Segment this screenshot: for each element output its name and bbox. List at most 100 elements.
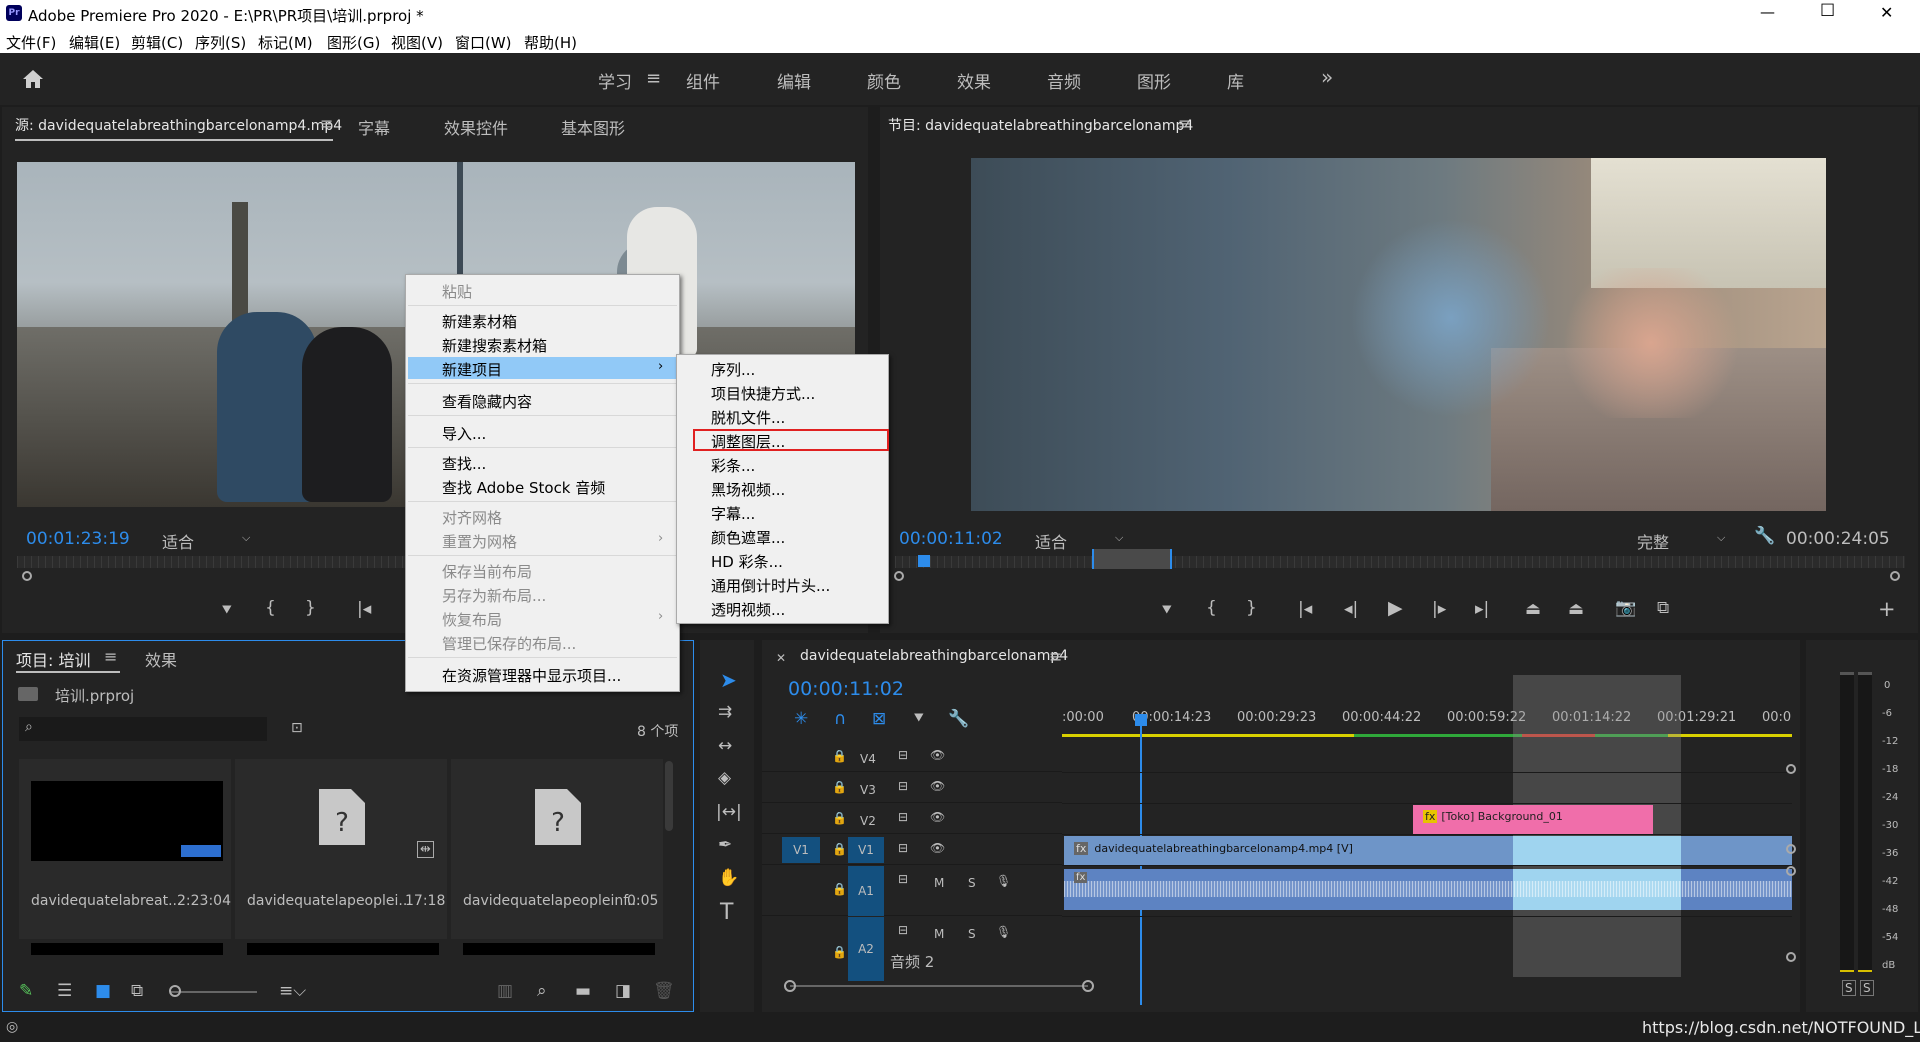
close-icon[interactable]: ✕ <box>776 651 786 665</box>
solo-left-button[interactable]: S <box>1842 980 1856 996</box>
sync-lock-icon[interactable]: ⊟ <box>898 923 908 937</box>
mark-in-icon[interactable]: { <box>1206 600 1217 617</box>
snap-icon[interactable]: ∩ <box>834 711 846 728</box>
track-select-tool-icon[interactable]: ⇉ <box>718 704 732 721</box>
program-zoom-handle-left[interactable] <box>894 571 904 581</box>
menu-window[interactable]: 窗口(W) <box>455 32 512 53</box>
tab-sequence[interactable]: davidequatelabreathingbarcelonamp4 <box>800 648 1068 664</box>
go-to-in-icon[interactable]: |◂ <box>357 601 371 618</box>
menu-item-save-as-layout[interactable]: 另存为新布局... <box>442 585 546 606</box>
eye-icon[interactable]: 👁 <box>930 748 945 762</box>
vertical-scroll-handle[interactable] <box>1786 844 1796 854</box>
close-button[interactable]: ✕ <box>1880 3 1893 22</box>
playhead-handle[interactable] <box>1135 714 1147 726</box>
horizontal-scrollbar[interactable] <box>790 985 1088 987</box>
type-tool-icon[interactable]: T <box>720 902 733 924</box>
menu-item-restore-layout[interactable]: 恢复布局 <box>442 609 502 630</box>
vertical-scroll-handle[interactable] <box>1786 952 1796 962</box>
sync-lock-icon[interactable]: ⊟ <box>898 872 908 886</box>
workspace-learn[interactable]: 学习 <box>598 68 632 93</box>
pen-tool-icon[interactable]: ✒ <box>718 837 732 854</box>
program-playhead[interactable] <box>918 555 930 567</box>
program-scrubber[interactable] <box>895 556 1905 568</box>
menu-item-reset-grid[interactable]: 重置为网格 <box>442 531 517 552</box>
wrench-icon[interactable]: 🔧 <box>1754 528 1775 545</box>
maximize-button[interactable]: ☐ <box>1820 1 1835 21</box>
icon-view-icon[interactable]: ■ <box>95 983 111 1000</box>
lock-icon[interactable]: 🔒 <box>832 945 847 959</box>
track-label[interactable]: A2 <box>848 917 884 981</box>
nest-icon[interactable]: ✳ <box>794 711 808 728</box>
tab-effects[interactable]: 效果 <box>145 647 177 671</box>
lock-icon[interactable]: 🔒 <box>832 811 847 825</box>
workspace-menu-icon[interactable]: ≡ <box>646 68 661 89</box>
project-search-input[interactable] <box>19 717 267 741</box>
timeline-timecode[interactable]: 00:00:11:02 <box>788 678 904 700</box>
menu-item-import[interactable]: 导入... <box>442 423 486 444</box>
track-label[interactable]: V2 <box>860 814 876 828</box>
menu-clip[interactable]: 剪辑(C) <box>131 32 183 53</box>
lock-icon[interactable]: 🔒 <box>832 882 847 896</box>
pencil-icon[interactable]: ✎ <box>19 983 33 1000</box>
mute-button[interactable]: M <box>934 876 944 890</box>
selection-tool-icon[interactable]: ➤ <box>720 670 737 690</box>
workspace-color[interactable]: 颜色 <box>867 68 901 93</box>
menu-graphics[interactable]: 图形(G) <box>327 32 380 53</box>
zoom-slider-handle[interactable] <box>169 985 181 997</box>
sync-lock-icon[interactable]: ⊟ <box>898 748 908 762</box>
comparison-view-icon[interactable]: ⧉ <box>1657 600 1669 617</box>
tab-essential-graphics[interactable]: 基本图形 <box>561 115 625 139</box>
menu-item-view-hidden[interactable]: 查看隐藏内容 <box>442 391 532 412</box>
lock-icon[interactable]: 🔒 <box>832 780 847 794</box>
eye-icon[interactable]: 👁 <box>930 841 945 855</box>
submenu-item-hd-bars[interactable]: HD 彩条... <box>711 551 783 572</box>
zoom-slider[interactable] <box>171 991 257 993</box>
new-item-icon[interactable]: ◨ <box>615 983 631 1000</box>
workspace-audio[interactable]: 音频 <box>1047 68 1081 93</box>
submenu-item-bars-and-tone[interactable]: 彩条... <box>711 455 755 476</box>
mark-out-icon[interactable]: } <box>1246 600 1257 617</box>
hand-tool-icon[interactable]: ✋ <box>718 870 739 887</box>
tab-program[interactable]: 节目: davidequatelabreathingbarcelonamp4 <box>888 115 1193 135</box>
clear-icon[interactable]: 🗑 <box>653 983 675 1000</box>
find-bin-icon[interactable]: ⊡ <box>291 721 303 735</box>
submenu-item-offline-file[interactable]: 脱机文件... <box>711 407 785 428</box>
program-timecode[interactable]: 00:00:11:02 <box>899 529 1003 549</box>
go-to-out-icon[interactable]: ▸| <box>1475 601 1489 618</box>
mark-in-icon[interactable]: { <box>265 600 276 617</box>
new-bin-icon[interactable]: ▬ <box>575 983 591 1000</box>
zoom-handle-right[interactable] <box>1082 980 1094 992</box>
menu-item-align-grid[interactable]: 对齐网格 <box>442 507 502 528</box>
extract-icon[interactable]: ⏏ <box>1568 601 1584 618</box>
lock-icon[interactable]: 🔒 <box>832 749 847 763</box>
menu-item-save-layout[interactable]: 保存当前布局 <box>442 561 532 582</box>
minimize-button[interactable]: — <box>1760 3 1775 21</box>
home-icon[interactable] <box>22 69 44 89</box>
menu-marker[interactable]: 标记(M) <box>258 32 313 53</box>
eye-icon[interactable]: 👁 <box>930 810 945 824</box>
linked-selection-icon[interactable]: ⊠ <box>872 711 886 728</box>
sync-lock-icon[interactable]: ⊟ <box>898 841 908 855</box>
add-marker-icon[interactable]: ⯆ <box>912 711 926 728</box>
sync-lock-icon[interactable]: ⊟ <box>898 779 908 793</box>
menu-item-manage-layouts[interactable]: 管理已保存的布局... <box>442 633 576 654</box>
media-item[interactable]: ? davidequatelapeopleinf... 0:05 <box>451 759 663 939</box>
track-label[interactable]: A1 <box>848 866 884 916</box>
lock-icon[interactable]: 🔒 <box>832 842 847 856</box>
microphone-icon[interactable]: 🎙 <box>996 874 1011 888</box>
lift-icon[interactable]: ⏏ <box>1525 601 1541 618</box>
source-zoom-handle[interactable] <box>22 571 32 581</box>
slip-tool-icon[interactable]: |↔| <box>716 804 742 821</box>
source-fit-dropdown[interactable]: 适合 ⌵ <box>162 529 262 553</box>
media-item[interactable]: ? ⇹ davidequatelapeoplei... 17:18 <box>235 759 447 939</box>
solo-button[interactable]: S <box>968 876 976 890</box>
go-to-in-icon[interactable]: |◂ <box>1298 601 1312 618</box>
button-editor-icon[interactable]: + <box>1878 599 1896 620</box>
timeline-menu-icon[interactable]: ≡ <box>1049 647 1062 666</box>
menu-sequence[interactable]: 序列(S) <box>195 32 246 53</box>
workspace-effects[interactable]: 效果 <box>957 68 991 93</box>
list-view-icon[interactable]: ☰ <box>57 983 72 1000</box>
media-item[interactable]: davidequatelabreat... 2:23:04 <box>19 759 231 939</box>
freeform-view-icon[interactable]: ⧉ <box>131 983 143 1000</box>
source-timecode[interactable]: 00:01:23:19 <box>26 529 130 549</box>
